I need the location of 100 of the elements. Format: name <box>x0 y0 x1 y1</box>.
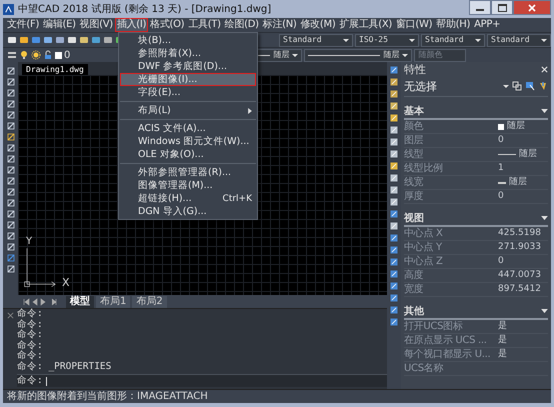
collapse-icon[interactable] <box>541 309 548 314</box>
draw-tool-icon[interactable] <box>6 165 16 175</box>
draw-tool-icon[interactable] <box>6 154 16 164</box>
menu-item[interactable]: DGN 导入(G)... <box>120 205 256 218</box>
property-value[interactable]: 是 <box>498 348 507 361</box>
property-value[interactable]: 1 <box>498 162 504 175</box>
modify-tool-icon[interactable] <box>389 125 399 135</box>
layout-tab[interactable]: 布局2 <box>132 296 167 308</box>
modify-tool-icon[interactable] <box>389 305 399 315</box>
property-value[interactable]: 0 <box>498 255 504 268</box>
selection-dropdown[interactable]: 无选择 <box>404 78 509 94</box>
menu-item[interactable]: 文件(F) <box>5 18 42 32</box>
lineweight-dropdown[interactable]: 随层 <box>304 48 412 62</box>
lock-icon[interactable] <box>43 50 53 60</box>
modify-tool-icon[interactable] <box>389 137 399 147</box>
draw-tool-icon[interactable] <box>6 264 16 274</box>
property-value[interactable]: 0 <box>498 190 504 203</box>
modify-tool-icon[interactable] <box>389 89 399 99</box>
close-icon[interactable] <box>7 312 14 319</box>
draw-tool-icon[interactable] <box>6 220 16 230</box>
modify-tool-icon[interactable] <box>389 113 399 123</box>
modify-tool-icon[interactable] <box>389 77 399 87</box>
property-value[interactable]: 随层 <box>498 120 525 133</box>
section-header[interactable]: 视图 <box>404 212 548 227</box>
modify-tool-icon[interactable] <box>389 245 399 255</box>
modify-tool-icon[interactable] <box>389 161 399 171</box>
menu-item[interactable]: Windows 图元文件(W)... <box>120 135 256 148</box>
menu-item[interactable]: 扩展工具(X) <box>337 18 394 32</box>
collapse-icon[interactable] <box>541 109 548 114</box>
command-input[interactable]: 命令: <box>17 374 387 387</box>
draw-tool-icon[interactable] <box>6 176 16 186</box>
property-value[interactable]: 是 <box>498 334 507 347</box>
bulb-icon[interactable] <box>19 50 29 60</box>
sun-icon[interactable] <box>31 50 41 60</box>
menu-item[interactable]: 插入(I) <box>114 18 148 32</box>
menu-item[interactable]: OLE 对象(O)... <box>120 148 256 164</box>
property-value[interactable]: 0 <box>498 134 504 147</box>
property-value[interactable]: 是 <box>498 320 507 333</box>
draw-tool-icon[interactable] <box>6 242 16 252</box>
draw-tool-icon[interactable] <box>6 132 16 142</box>
select-objects-icon[interactable] <box>525 81 535 91</box>
draw-tool-icon[interactable] <box>6 143 16 153</box>
modify-tool-icon[interactable] <box>389 101 399 111</box>
menu-item[interactable]: 绘图(D) <box>222 18 261 32</box>
property-value[interactable]: 425.5198 <box>498 227 541 240</box>
quick-select-icon[interactable] <box>538 81 548 91</box>
multileader-style-dropdown[interactable]: Standard <box>487 34 551 46</box>
dim-style-dropdown[interactable]: ISO-25 <box>355 34 419 46</box>
menu-item[interactable]: APP+ <box>472 18 502 32</box>
modify-tool-icon[interactable] <box>389 293 399 303</box>
property-value[interactable]: 随层 <box>498 176 527 189</box>
draw-tool-icon[interactable] <box>6 187 16 197</box>
table-style-dropdown[interactable]: Standard <box>421 34 485 46</box>
layer-dropdown[interactable]: 0 <box>55 50 70 60</box>
tab-navigation-icon[interactable] <box>22 298 58 306</box>
layout-tab[interactable]: 模型 <box>66 296 94 308</box>
draw-tool-icon[interactable] <box>6 198 16 208</box>
menu-item[interactable]: 参照附着(X)... <box>120 47 256 60</box>
menu-item[interactable]: 布局(L) <box>120 104 256 120</box>
maximize-button[interactable] <box>491 0 513 15</box>
modify-tool-icon[interactable] <box>389 185 399 195</box>
menu-item[interactable]: 视图(V) <box>78 18 115 32</box>
menu-item[interactable]: 窗口(W) <box>394 18 434 32</box>
layout-tab[interactable]: 布局1 <box>96 296 130 308</box>
menu-item[interactable]: 字段(E)... <box>120 86 256 102</box>
modify-tool-icon[interactable] <box>389 197 399 207</box>
menu-item[interactable]: 工具(T) <box>186 18 223 32</box>
modify-tool-icon[interactable] <box>389 257 399 267</box>
property-value[interactable]: 271.9033 <box>498 241 541 254</box>
menu-item[interactable]: 外部参照管理器(R)... <box>120 166 256 179</box>
draw-tool-icon[interactable] <box>6 110 16 120</box>
section-header[interactable]: 其他 <box>404 305 548 320</box>
property-value[interactable]: 随层 <box>498 148 537 161</box>
close-button[interactable] <box>513 0 551 15</box>
menu-item[interactable]: DWF 参考底图(D)... <box>120 60 256 73</box>
modify-tool-icon[interactable] <box>389 149 399 159</box>
text-style-dropdown[interactable]: Standard <box>279 34 353 46</box>
draw-tool-icon[interactable] <box>6 66 16 76</box>
menu-item[interactable]: ACIS 文件(A)... <box>120 122 256 135</box>
draw-tool-icon[interactable] <box>6 209 16 219</box>
modify-tool-icon[interactable] <box>389 233 399 243</box>
menu-item[interactable]: 块(B)... <box>120 34 256 47</box>
minimize-button[interactable] <box>469 0 491 15</box>
document-tab[interactable]: Drawing1.dwg <box>22 64 88 75</box>
menu-item[interactable]: 光栅图像(I)... <box>120 73 256 86</box>
modify-tool-icon[interactable] <box>389 269 399 279</box>
draw-tool-icon[interactable] <box>6 99 16 109</box>
menu-item[interactable]: 编辑(E) <box>41 18 78 32</box>
modify-tool-icon[interactable] <box>389 65 399 75</box>
menu-item[interactable]: 格式(O) <box>148 18 186 32</box>
draw-tool-icon[interactable] <box>6 231 16 241</box>
modify-tool-icon[interactable] <box>389 209 399 219</box>
modify-tool-icon[interactable] <box>389 281 399 291</box>
draw-tool-icon[interactable] <box>6 121 16 131</box>
draw-tool-icon[interactable] <box>6 77 16 87</box>
toggle-pickadd-icon[interactable] <box>512 81 522 91</box>
menu-item[interactable]: 超链接(H)... Ctrl+K <box>120 192 256 205</box>
draw-tool-icon[interactable] <box>6 253 16 263</box>
property-value[interactable]: 897.5412 <box>498 283 541 296</box>
property-value[interactable]: 447.0073 <box>498 269 541 282</box>
